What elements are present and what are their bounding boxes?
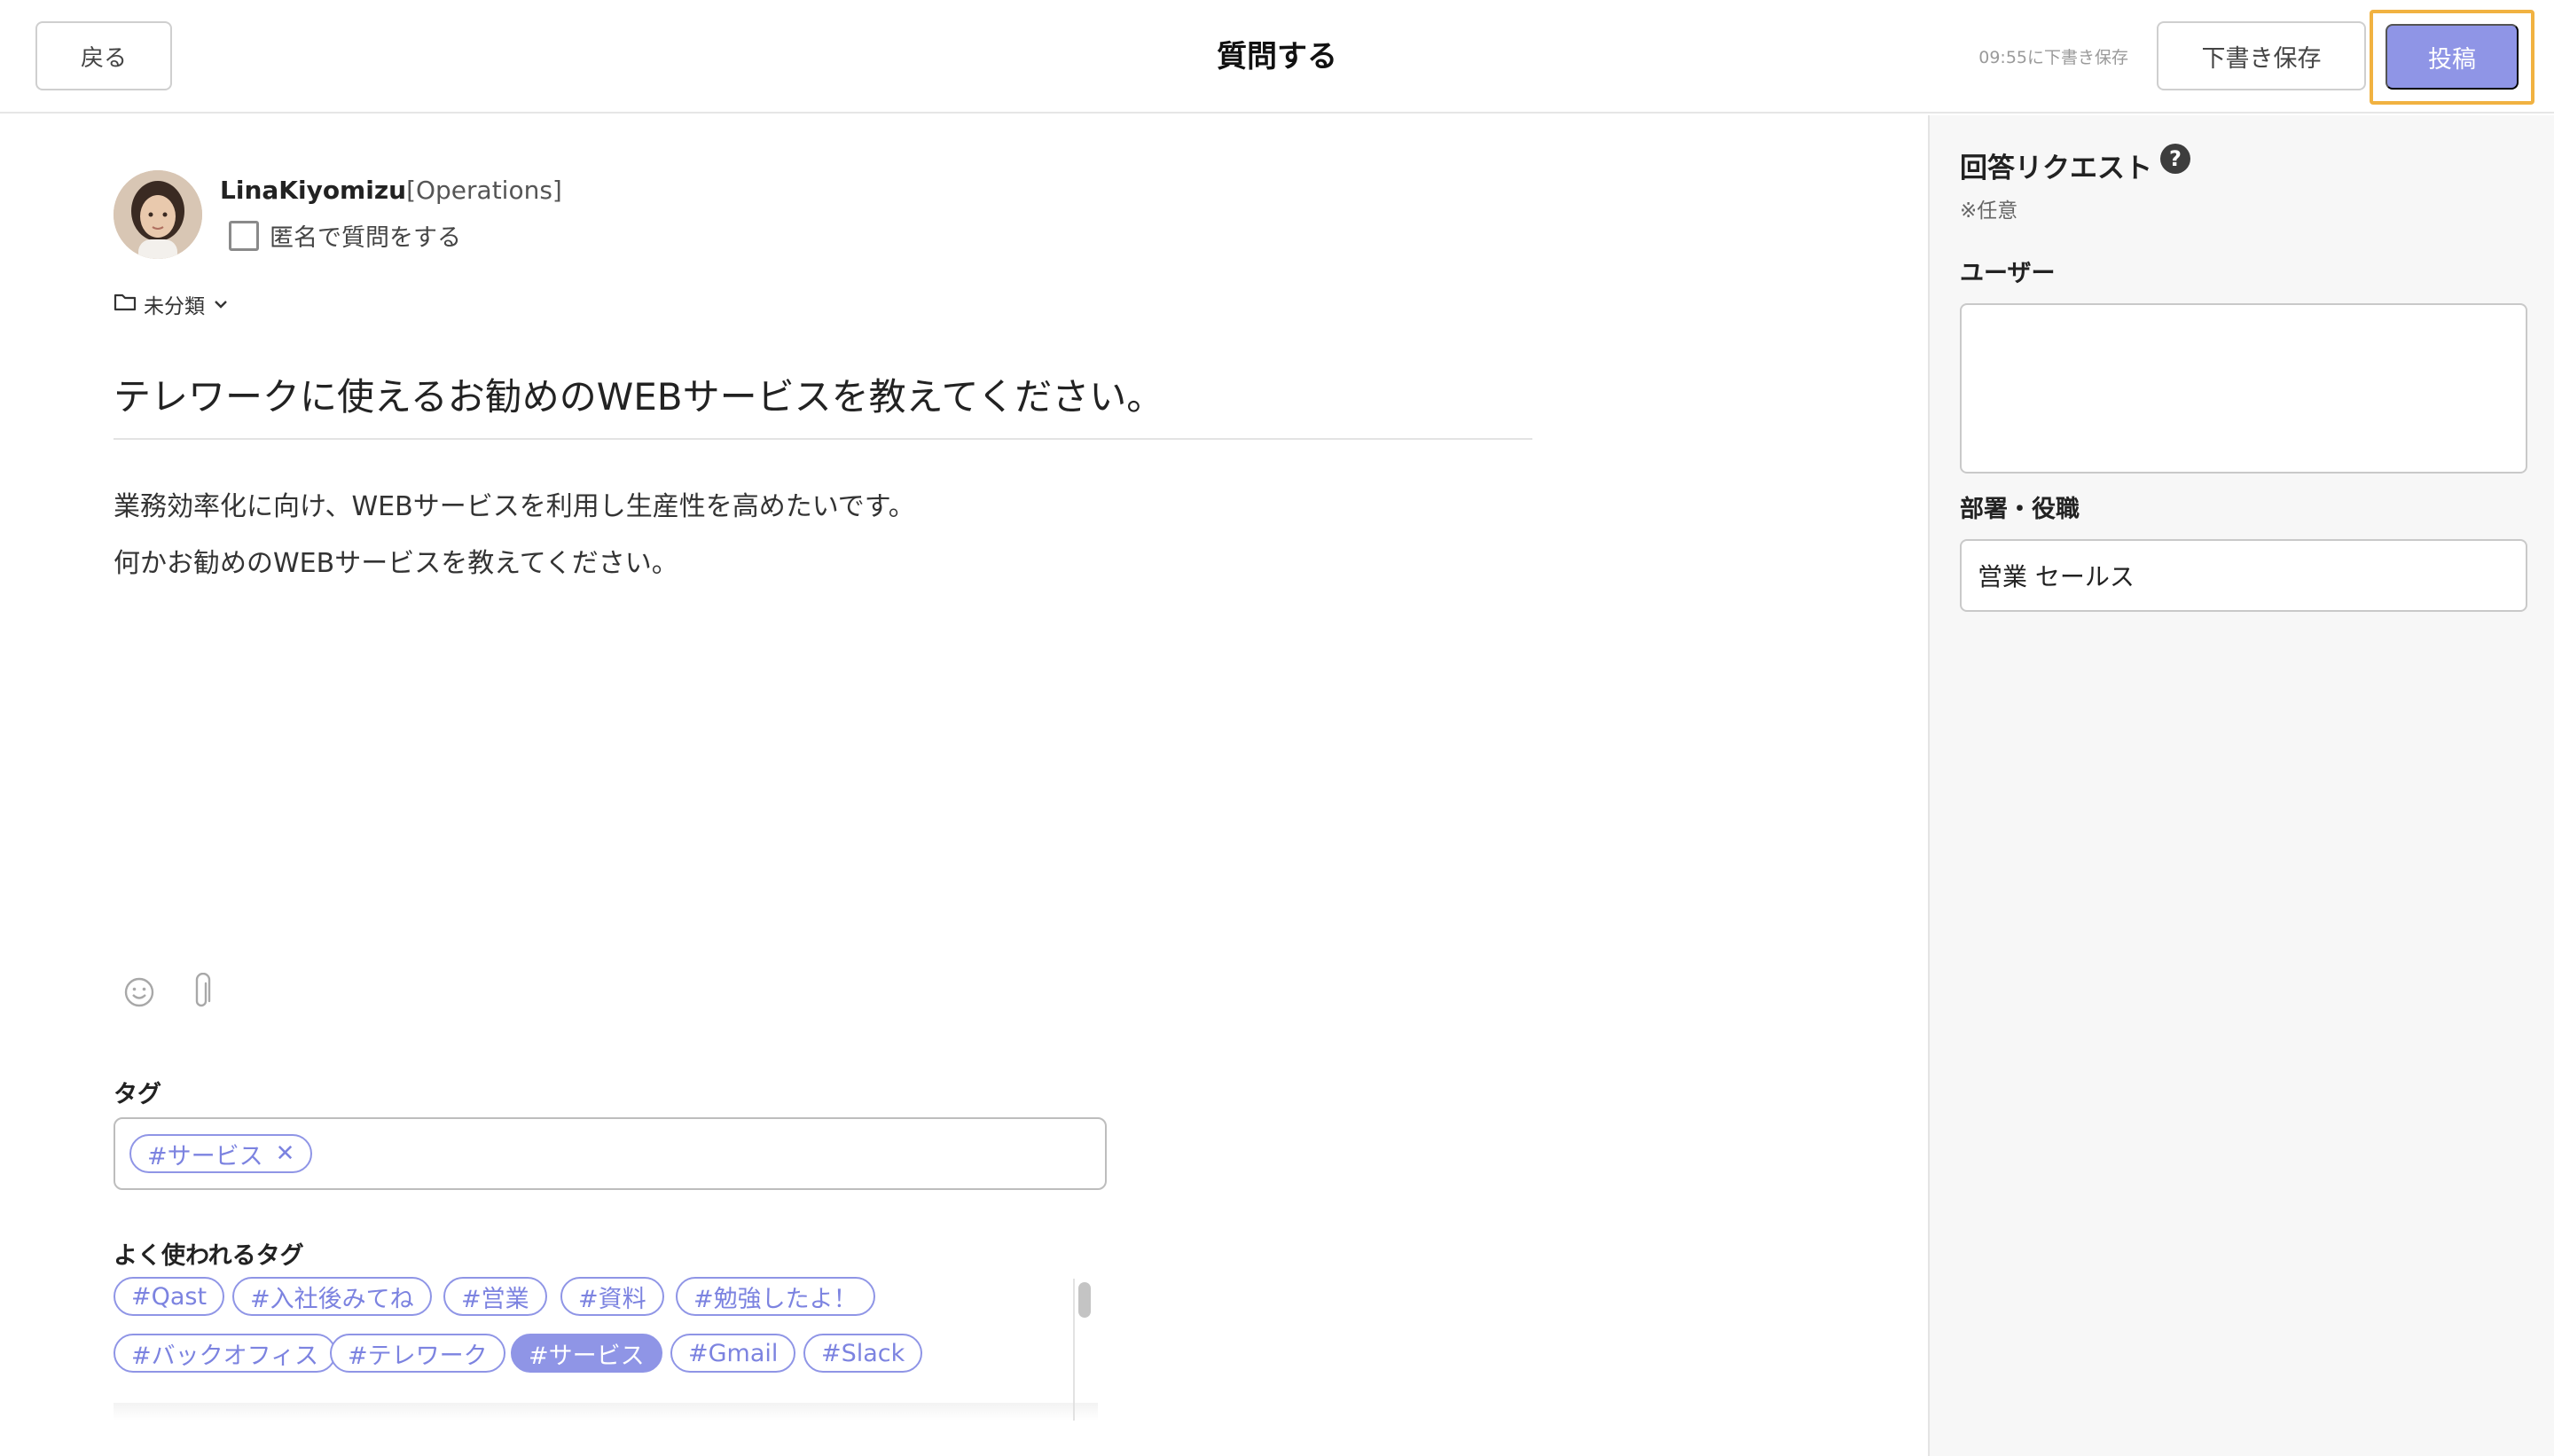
close-icon[interactable]: ✕ [276, 1140, 295, 1167]
post-button-highlight: 投稿 [2370, 10, 2534, 105]
question-title-input[interactable]: テレワークに使えるお勧めのWEBサービスを教えてください。 [114, 367, 1532, 421]
scrollbar-track [1073, 1279, 1075, 1421]
anonymous-label: 匿名で質問をする [270, 224, 461, 252]
title-divider [114, 438, 1532, 440]
question-body-line[interactable]: 業務効率化に向け、WEBサービスを利用し生産性を高めたいです。 [114, 484, 915, 523]
popular-tag-chip[interactable]: #資料 [560, 1277, 664, 1316]
popular-tag-chip[interactable]: #Slack [803, 1334, 923, 1373]
popular-tag-chip[interactable]: #入社後みてね [232, 1277, 432, 1316]
category-label: 未分類 [144, 295, 205, 318]
users-label: ユーザー [1960, 260, 2056, 287]
answer-request-panel: 回答リクエスト ? ※任意 ユーザー 部署・役職 営業 セールス [1928, 115, 2554, 1456]
question-circle-icon[interactable]: ? [2160, 144, 2190, 174]
popular-tags-label: よく使われるタグ [114, 1242, 304, 1270]
popular-tag-chip[interactable]: #営業 [443, 1277, 547, 1316]
save-draft-button[interactable]: 下書き保存 [2157, 21, 2366, 90]
question-body-line[interactable]: 何かお勧めのWEBサービスを教えてください。 [114, 541, 678, 580]
author-name: LinaKiyomizu [220, 176, 407, 205]
popular-tag-chip[interactable]: #テレワーク [330, 1334, 505, 1373]
selected-tag-chip: #サービス ✕ [129, 1134, 313, 1173]
tag-input[interactable]: #サービス ✕ [114, 1117, 1107, 1190]
avatar [114, 170, 202, 259]
popular-tag-chip[interactable]: #Qast [114, 1277, 225, 1316]
paperclip-icon[interactable] [181, 972, 222, 1013]
question-editor: LinaKiyomizu[Operations] 匿名で質問をする 未分類 テレ… [0, 115, 1928, 1456]
avatar-image [114, 170, 202, 259]
popular-tag-chip[interactable]: #Gmail [670, 1334, 796, 1373]
category-selector[interactable]: 未分類 [114, 289, 230, 319]
chevron-down-icon [212, 293, 230, 316]
answer-request-title: 回答リクエスト [1960, 153, 2152, 184]
top-bar: 戻る 質問する 09:55に下書き保存 下書き保存 投稿 [0, 0, 2554, 114]
anonymous-checkbox[interactable] [229, 220, 259, 251]
popular-tag-chip[interactable]: #バックオフィス [114, 1334, 337, 1373]
department-label: 部署・役職 [1960, 496, 2080, 523]
smiley-icon[interactable] [119, 972, 160, 1013]
back-button[interactable]: 戻る [35, 21, 172, 90]
autosave-status: 09:55に下書き保存 [1978, 48, 2128, 67]
popular-tag-chip-selected[interactable]: #サービス [511, 1334, 662, 1373]
post-button[interactable]: 投稿 [2386, 24, 2519, 90]
author-department: [Operations] [406, 176, 562, 205]
users-field[interactable] [1960, 303, 2527, 474]
anonymous-option[interactable]: 匿名で質問をする [229, 218, 461, 253]
department-field[interactable]: 営業 セールス [1960, 539, 2527, 612]
optional-note: ※任意 [1960, 200, 2018, 223]
tags-label: タグ [114, 1081, 161, 1108]
popular-tags-list: #Qast #入社後みてね #営業 #資料 #勉強したよ！ #バックオフィス #… [114, 1277, 1100, 1403]
selected-tag-label: #サービス [147, 1142, 263, 1170]
folder-icon [114, 292, 137, 317]
scrollbar-thumb[interactable] [1078, 1282, 1091, 1318]
list-fade [114, 1403, 1098, 1421]
popular-tag-chip[interactable]: #勉強したよ！ [676, 1277, 875, 1316]
author-info: LinaKiyomizu[Operations] [220, 176, 562, 205]
